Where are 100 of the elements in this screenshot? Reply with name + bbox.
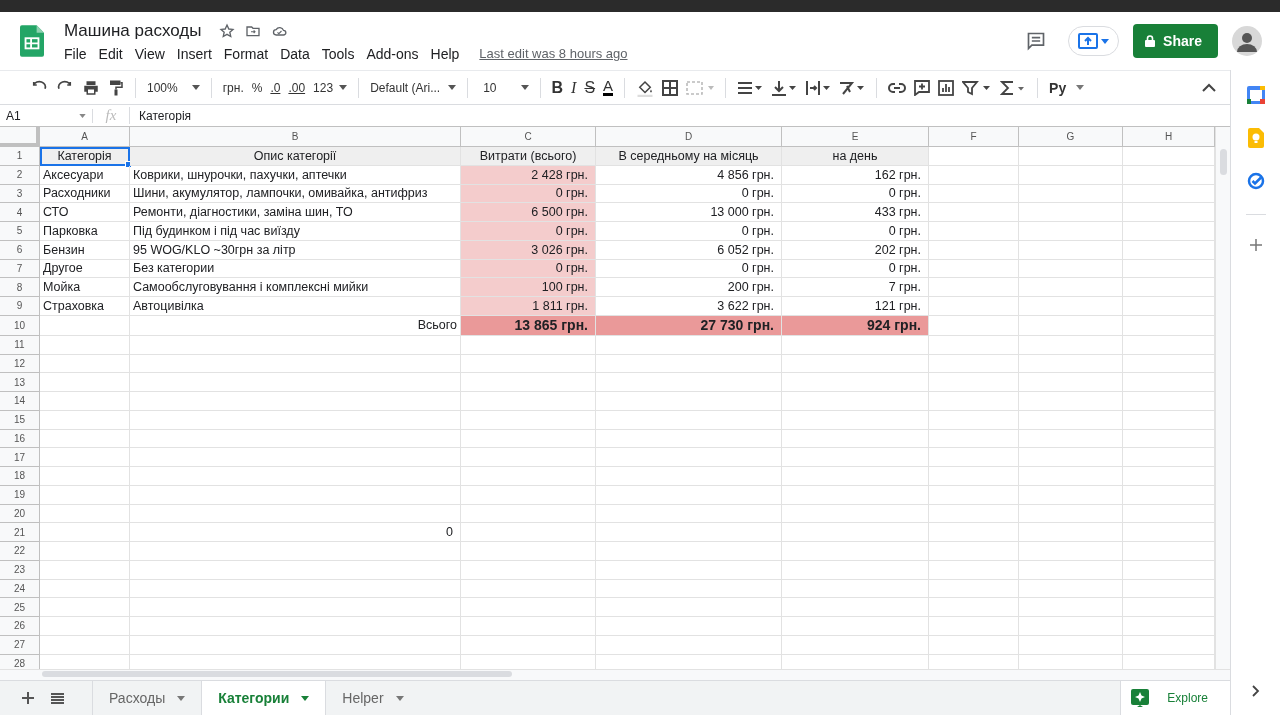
decrease-decimal-button[interactable]: .0 [270,80,281,95]
vertical-align-icon[interactable] [771,79,798,96]
chart-icon[interactable] [938,79,955,96]
menu-item[interactable]: Edit [98,45,123,62]
italic-button[interactable]: I [571,78,577,97]
menu-item[interactable]: Data [280,45,310,62]
strikethrough-button[interactable]: S [584,78,596,97]
vertical-scrollbar[interactable] [1215,127,1230,669]
table-cell: Другое [40,259,130,279]
font-size-dropdown[interactable]: 10 [479,80,529,95]
name-box[interactable]: A1 [0,108,93,123]
document-title[interactable]: Машина расходы [64,20,202,41]
collapse-caret-icon[interactable] [1202,82,1216,93]
align-icon[interactable] [737,79,764,96]
table-cell: 0 грн. [461,222,596,241]
caret-icon [79,113,86,118]
row-header[interactable]: 1 [0,147,40,166]
column-header[interactable]: H [1123,127,1215,147]
percent-format-button[interactable]: % [251,80,263,95]
borders-icon[interactable] [662,79,679,96]
row-header[interactable]: 5 [0,222,40,241]
link-icon[interactable] [888,81,907,94]
text-wrap-icon[interactable] [805,79,832,96]
last-edit-link[interactable]: Last edit was 8 hours ago [479,46,628,61]
table-cell: 924 грн. [782,315,929,336]
sheet-tab[interactable]: Категории [201,681,326,715]
row-header[interactable]: 18 [0,467,40,486]
menu-item[interactable]: Tools [321,45,355,62]
table-cell: 433 грн. [782,203,929,222]
column-header[interactable]: D [596,127,782,147]
explore-icon [1131,689,1150,707]
column-header[interactable]: E [782,127,929,147]
paint-format-icon[interactable] [108,78,124,97]
add-sheet-icon[interactable] [22,692,34,704]
menu-item[interactable]: Format [223,45,269,62]
sheet-tab[interactable]: Helper [325,681,420,715]
merge-cells-icon[interactable] [686,79,715,96]
scrollbar-thumb[interactable] [1219,149,1227,175]
input-tools-dropdown[interactable]: Pу [1049,79,1085,96]
column-header[interactable]: C [461,127,596,147]
row-header[interactable]: 17 [0,448,40,467]
table-cell: Самообслуговування і комплексні мийки [130,278,461,297]
column-header[interactable]: B [130,127,461,147]
share-button[interactable]: Share [1133,24,1218,58]
font-dropdown[interactable]: Default (Ari... [370,80,457,95]
comment-icon[interactable] [914,79,931,96]
bold-button[interactable]: B [551,78,564,97]
formula-input[interactable]: Категорія [130,108,192,123]
avatar-icon[interactable] [1232,26,1262,56]
row-header[interactable]: 13 [0,373,40,392]
table-cell: 0 грн. [596,222,782,241]
tasks-icon[interactable] [1246,172,1265,190]
add-icon[interactable] [1249,239,1262,251]
row-header[interactable]: 4 [0,203,40,222]
filter-icon[interactable] [962,79,993,96]
zoom-dropdown[interactable]: 100% [147,80,200,95]
expand-chevron-icon[interactable] [1251,685,1260,697]
row-header[interactable]: 10 [0,315,40,336]
table-cell: 0 грн. [782,222,929,241]
table-cell: 6 052 грн. [596,240,782,260]
fill-color-icon[interactable] [636,78,655,97]
print-icon[interactable] [82,78,100,97]
row-header[interactable]: 14 [0,392,40,411]
text-color-button[interactable]: A [603,79,614,96]
comments-icon[interactable] [1026,31,1047,51]
horizontal-scrollbar[interactable] [0,669,1230,680]
text-rotation-icon[interactable] [839,79,866,96]
table-cell: В середньому на місяць [596,147,782,166]
currency-format-button[interactable]: грн. [222,80,244,95]
all-sheets-icon[interactable] [51,692,64,704]
row-header[interactable]: 9 [0,297,40,316]
calendar-icon[interactable] [1246,86,1265,104]
row-header[interactable]: 22 [0,542,40,561]
column-header[interactable]: A [40,127,130,147]
table-cell: 200 грн. [596,278,782,297]
menu-item[interactable]: Help [430,45,460,62]
table-cell: 13 000 грн. [596,203,782,222]
column-header[interactable]: G [1019,127,1123,147]
row-header[interactable]: 21 [0,523,40,542]
scrollbar-thumb[interactable] [42,671,512,677]
row-header[interactable]: 25 [0,598,40,617]
table-cell: Шини, акумулятор, лампочки, омивайка, антифриз [130,184,461,204]
caret-icon [177,695,186,701]
increase-decimal-button[interactable]: .00 [288,80,306,95]
menu-item[interactable]: Add-ons [366,45,419,62]
caret-icon [1101,38,1110,44]
sum-icon[interactable] [1000,79,1027,96]
table-cell: 0 грн. [782,259,929,279]
number-format-dropdown[interactable]: 123 [313,80,348,95]
row-header[interactable]: 8 [0,278,40,297]
column-header[interactable]: F [929,127,1019,147]
explore-button[interactable]: Explore [1120,681,1230,715]
menu-item[interactable]: File [64,45,87,62]
sheets-logo-icon[interactable] [20,25,44,57]
table-cell: Категорія [40,147,130,166]
caret-icon [448,85,457,90]
row-header[interactable]: 26 [0,617,40,636]
menu-item[interactable]: View [134,45,165,62]
star-icon[interactable] [219,22,236,39]
menu-item[interactable]: Insert [176,45,212,62]
